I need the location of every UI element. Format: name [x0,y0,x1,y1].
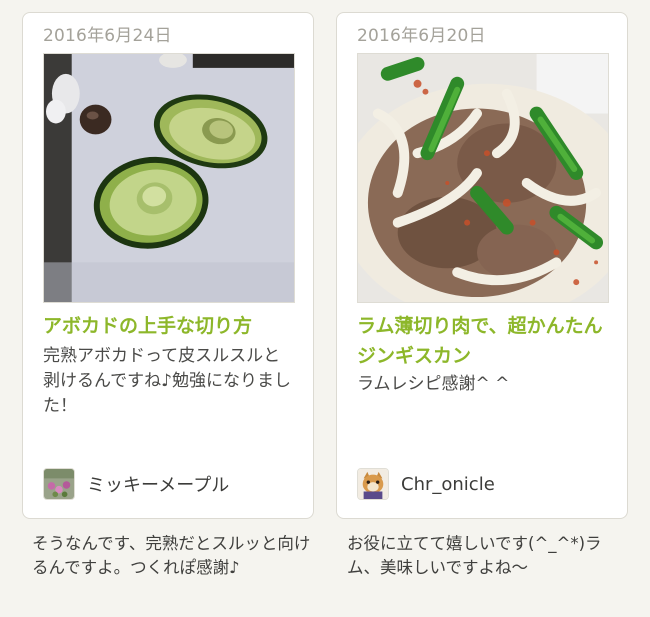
flower-avatar-image [44,469,74,499]
report-date: 2016年6月20日 [357,26,486,46]
report-column-1: 2016年6月24日 アボカドの上手な切り方 完熟アボカドって皮スルスルと剥ける… [22,12,314,577]
author-row[interactable]: ミッキーメープル [43,468,229,500]
avatar[interactable] [43,468,75,500]
jingisukan-photo-image [358,54,608,302]
recipe-title-link[interactable]: ラム薄切り肉で、超かんたんジンギスカン [357,311,613,371]
report-date: 2016年6月24日 [43,26,172,46]
recipe-title-link[interactable]: アボカドの上手な切り方 [43,311,299,341]
report-card[interactable]: 2016年6月20日 ラム薄切り肉で、超かんたんジンギスカン ラムレシピ感謝^ … [336,12,628,519]
author-reply: そうなんです、完熟だとスルッと向けるんですよ。つくれぽ感謝♪ [32,534,311,577]
avocado-photo[interactable] [43,53,295,303]
avocado-photo-image [44,54,294,302]
cat-avatar-image [358,469,388,499]
report-column-2: 2016年6月20日 ラム薄切り肉で、超かんたんジンギスカン ラムレシピ感謝^ … [336,12,628,577]
report-card[interactable]: 2016年6月24日 アボカドの上手な切り方 完熟アボカドって皮スルスルと剥ける… [22,12,314,519]
author-row[interactable]: Chr_onicle [357,468,495,500]
tsukurepo-grid: 2016年6月24日 アボカドの上手な切り方 完熟アボカドって皮スルスルと剥ける… [0,0,650,617]
author-name[interactable]: ミッキーメープル [87,471,229,497]
report-comment: 完熟アボカドって皮スルスルと剥けるんですね♪勉強になりました！ [43,346,291,416]
avatar[interactable] [357,468,389,500]
jingisukan-photo[interactable] [357,53,609,303]
author-reply: お役に立てて嬉しいです(^_^*)ラム、美味しいですよね〜 [347,534,602,577]
report-comment: ラムレシピ感謝^ ^ [357,374,510,394]
author-name[interactable]: Chr_onicle [401,474,495,495]
